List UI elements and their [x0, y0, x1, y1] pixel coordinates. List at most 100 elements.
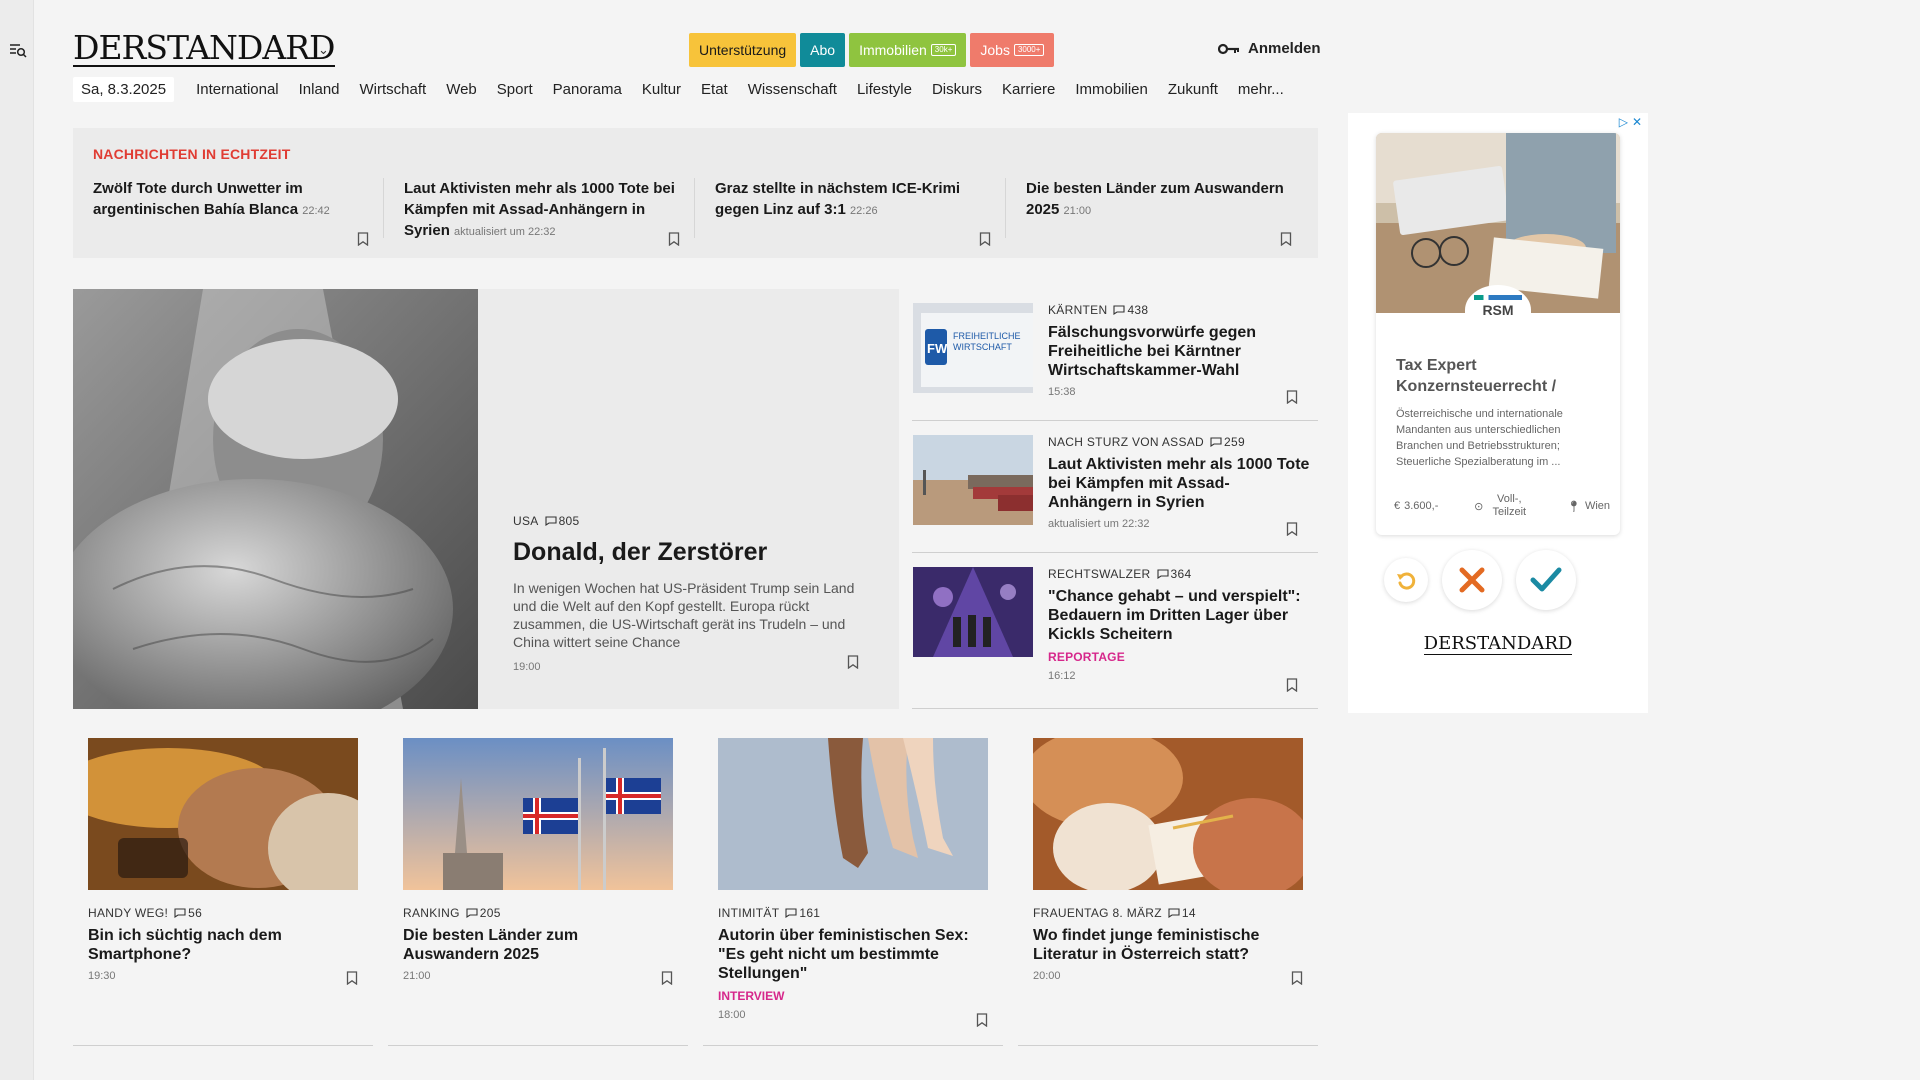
article-image[interactable]	[403, 738, 673, 890]
article-thumbnail[interactable]	[913, 435, 1033, 525]
nav-item-inland[interactable]: Inland	[289, 81, 350, 98]
close-icon[interactable]: ✕	[1632, 115, 1642, 129]
reject-button[interactable]	[1442, 550, 1502, 610]
comment-count[interactable]: 438	[1113, 303, 1148, 317]
list-item[interactable]: NACH STURZ VON ASSAD 259 Laut Aktivisten…	[912, 421, 1318, 553]
ad-banner[interactable]: ▷ ✕ RSM Tax Expert Konzernsteuerrecht / …	[1348, 113, 1648, 713]
location-pin-icon: 📍︎	[1566, 500, 1581, 513]
ad-hours: ⊙ Voll-, Teilzeit	[1474, 493, 1527, 518]
ad-info-icon[interactable]: ▷	[1619, 115, 1628, 129]
bookmark-icon[interactable]	[976, 1013, 988, 1027]
article-text: RECHTSWALZER 364 "Chance gehabt – und ve…	[1048, 567, 1310, 682]
hero-image[interactable]	[73, 289, 478, 709]
list-item[interactable]: FW FREIHEITLICHE WIRTSCHAFT KÄRNTEN 438 …	[912, 289, 1318, 421]
login-button[interactable]: Anmelden	[1218, 40, 1321, 57]
kicker: KÄRNTEN 438	[1048, 303, 1149, 317]
bookmark-icon[interactable]	[661, 971, 673, 985]
timestamp: 18:00	[718, 1009, 746, 1021]
left-rail	[0, 0, 34, 1080]
live-item[interactable]: Laut Aktivisten mehr als 1000 Tote bei K…	[404, 178, 684, 246]
abo-button[interactable]: Abo	[800, 33, 846, 67]
article-headline[interactable]: Die besten Länder zum Auswandern 2025	[403, 926, 673, 964]
kicker: USA 805	[513, 514, 580, 528]
nav-item-lifestyle[interactable]: Lifestyle	[847, 81, 922, 98]
live-item[interactable]: Graz stellte in nächstem ICE-Krimi gegen…	[715, 178, 995, 246]
ad-controls: ▷ ✕	[1619, 115, 1642, 129]
comment-count[interactable]: 805	[545, 514, 580, 528]
divider	[73, 1045, 373, 1046]
bookmark-icon[interactable]	[346, 971, 358, 985]
article-headline[interactable]: Laut Aktivisten mehr als 1000 Tote bei K…	[1048, 455, 1310, 512]
article-card[interactable]: RANKING 205 Die besten Länder zum Auswan…	[388, 738, 688, 1046]
divider	[1005, 178, 1006, 238]
article-headline[interactable]: Fälschungsvorwürfe gegen Freiheitliche b…	[1048, 323, 1310, 380]
comment-count[interactable]: 364	[1156, 567, 1192, 581]
nav-item-etat[interactable]: Etat	[691, 81, 738, 98]
ad-job-title[interactable]: Tax Expert Konzernsteuerrecht /	[1396, 355, 1606, 397]
bookmark-icon[interactable]	[1286, 522, 1298, 536]
ad-brand-logo: DERSTANDARD	[1423, 633, 1573, 655]
ad-job-card[interactable]: RSM Tax Expert Konzernsteuerrecht / Öste…	[1376, 133, 1620, 535]
bookmark-icon[interactable]	[1286, 390, 1298, 404]
nav-item-diskurs[interactable]: Diskurs	[922, 81, 992, 98]
live-news-title: NACHRICHTEN IN ECHTZEIT	[93, 146, 291, 162]
ad-job-description: Österreichische und internationale Manda…	[1396, 408, 1563, 468]
comment-count[interactable]: 14	[1168, 906, 1196, 920]
nav-item-kultur[interactable]: Kultur	[632, 81, 691, 98]
chevron-down-icon[interactable]: ⌄	[318, 42, 329, 58]
nav-item-sport[interactable]: Sport	[487, 81, 543, 98]
nav-item-more[interactable]: mehr...	[1228, 81, 1294, 98]
svg-text:FREIHEITLICHE: FREIHEITLICHE	[953, 331, 1021, 341]
article-image[interactable]	[1033, 738, 1303, 890]
article-text: HANDY WEG! 56 Bin ich süchtig nach dem S…	[88, 906, 358, 982]
nav-item-immobilien[interactable]: Immobilien	[1065, 81, 1158, 98]
jobs-button[interactable]: Jobs 3000+	[970, 33, 1055, 67]
live-item[interactable]: Zwölf Tote durch Unwetter im argentinisc…	[93, 178, 373, 246]
hero-article[interactable]: USA 805 Donald, der Zerstörer In wenigen…	[73, 289, 899, 709]
article-thumbnail[interactable]	[913, 567, 1033, 657]
article-headline[interactable]: Autorin über feministischen Sex: "Es geh…	[718, 926, 988, 983]
live-item[interactable]: Die besten Länder zum Auswandern 2025 21…	[1026, 178, 1296, 246]
comment-count[interactable]: 161	[785, 906, 820, 920]
hero-headline[interactable]: Donald, der Zerstörer	[513, 538, 873, 567]
bookmark-icon[interactable]	[847, 655, 859, 669]
timestamp: 16:12	[1048, 670, 1076, 682]
comment-count[interactable]: 205	[466, 906, 501, 920]
bookmark-icon[interactable]	[979, 232, 991, 246]
article-headline[interactable]: Wo findet junge feministische Literatur …	[1033, 926, 1303, 964]
nav-item-international[interactable]: International	[186, 81, 289, 98]
article-card[interactable]: HANDY WEG! 56 Bin ich süchtig nach dem S…	[73, 738, 373, 1046]
count-badge: 3000+	[1013, 44, 1045, 56]
nav-item-zukunft[interactable]: Zukunft	[1158, 81, 1228, 98]
ad-job-meta: €3.600,- ⊙ Voll-, Teilzeit 📍︎ Wien	[1394, 493, 1610, 519]
bookmark-icon[interactable]	[1280, 232, 1292, 246]
undo-button[interactable]	[1384, 558, 1428, 602]
article-card[interactable]: FRAUENTAG 8. MÄRZ 14 Wo findet junge fem…	[1018, 738, 1318, 1046]
nav-item-karriere[interactable]: Karriere	[992, 81, 1065, 98]
nav-item-wirtschaft[interactable]: Wirtschaft	[350, 81, 437, 98]
support-button[interactable]: Unterstützung	[689, 33, 797, 67]
nav-item-panorama[interactable]: Panorama	[543, 81, 632, 98]
nav-item-web[interactable]: Web	[436, 81, 487, 98]
article-headline[interactable]: "Chance gehabt – und verspielt": Bedauer…	[1048, 587, 1310, 644]
accept-button[interactable]	[1516, 550, 1576, 610]
article-text: NACH STURZ VON ASSAD 259 Laut Aktivisten…	[1048, 435, 1310, 530]
bookmark-icon[interactable]	[1286, 678, 1298, 692]
search-menu-icon[interactable]	[9, 42, 27, 58]
bookmark-icon[interactable]	[668, 232, 680, 246]
kicker: FRAUENTAG 8. MÄRZ 14	[1033, 906, 1196, 920]
article-card[interactable]: INTIMITÄT 161 Autorin über feministische…	[703, 738, 1003, 1046]
timestamp: 22:42	[302, 205, 330, 217]
bookmark-icon[interactable]	[1291, 971, 1303, 985]
comment-count[interactable]: 56	[174, 906, 202, 920]
immobilien-button[interactable]: Immobilien 30k+	[849, 33, 967, 67]
article-image[interactable]	[718, 738, 988, 890]
article-image[interactable]	[88, 738, 358, 890]
article-headline[interactable]: Bin ich süchtig nach dem Smartphone?	[88, 926, 358, 964]
site-logo[interactable]: DERSTANDARD	[73, 28, 336, 67]
list-item[interactable]: RECHTSWALZER 364 "Chance gehabt – und ve…	[912, 553, 1318, 709]
bookmark-icon[interactable]	[357, 232, 369, 246]
article-thumbnail[interactable]: FW FREIHEITLICHE WIRTSCHAFT	[913, 303, 1033, 393]
nav-item-wissenschaft[interactable]: Wissenschaft	[738, 81, 847, 98]
comment-count[interactable]: 259	[1210, 435, 1245, 449]
